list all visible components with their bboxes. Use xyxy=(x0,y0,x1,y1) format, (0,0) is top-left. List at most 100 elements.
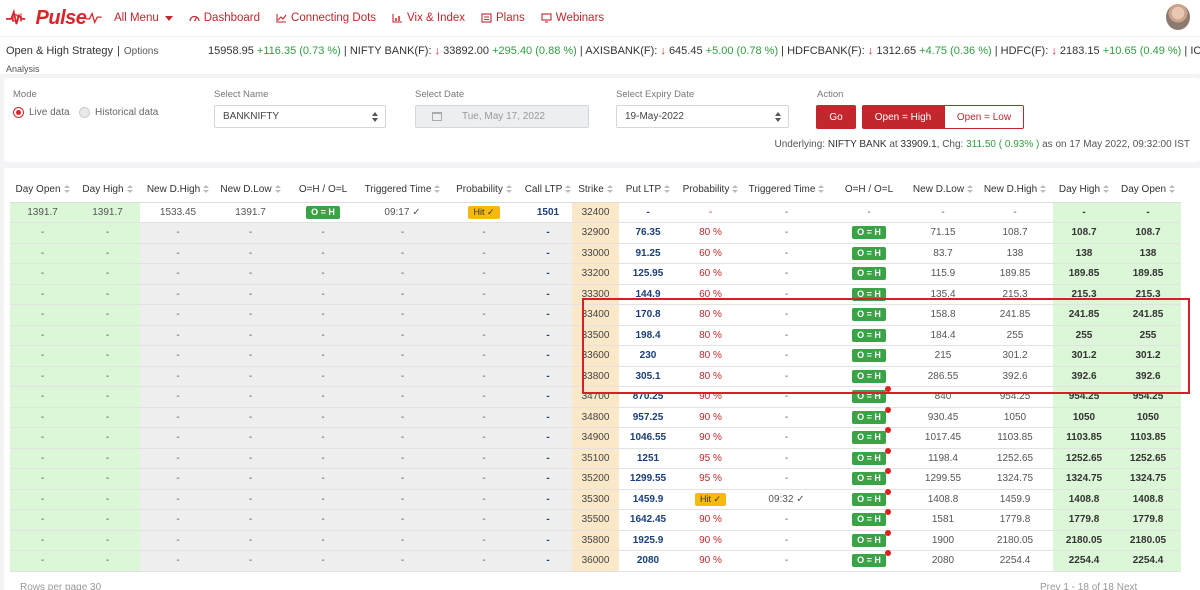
table-cell-p-high: 2254.4 xyxy=(1053,550,1115,572)
column-header[interactable]: New D.Low xyxy=(909,178,977,203)
column-header[interactable]: Day Open xyxy=(10,178,75,203)
column-header[interactable]: Put LTP xyxy=(619,178,677,203)
nav-link-connecting-dots[interactable]: Connecting Dots xyxy=(276,12,376,24)
table-row[interactable]: - - - - - - - -32900 76.35 80 % - O = H 71.15 108.7 10… xyxy=(10,222,1181,244)
chart-line-icon xyxy=(276,14,287,23)
table-cell-c-high: - xyxy=(75,263,140,285)
column-header[interactable]: Probability xyxy=(444,178,524,203)
table-row[interactable]: - - - - - - - -35500 1642.45 90 % - O = H 1581 1779.8… xyxy=(10,509,1181,531)
table-row[interactable]: - - - - - - - -33200 125.95 60 % - O = H 115.9 189.85… xyxy=(10,263,1181,285)
badge-label: O = H xyxy=(857,514,881,525)
ticker-item[interactable]: NIFTY BANK(F): ↓ 33892.00 +295.40 (0.88 … xyxy=(350,45,577,57)
table-cell-c-prob: - xyxy=(444,263,524,285)
pagination: Prev 1 - 18 of 18 Next xyxy=(1040,582,1137,590)
table-row[interactable]: - - - - - - - -35200 1299.55 95 % - O = H 1299.55 132… xyxy=(10,468,1181,490)
table-row[interactable]: - - - - - - - -35300 1459.9 Hit ✓ 09:32 ✓ O = H 1408… xyxy=(10,488,1181,510)
table-cell-p-time: - xyxy=(744,345,829,367)
table-cell-p-prob: 90 % xyxy=(677,427,744,449)
table-cell-c-open: - xyxy=(10,243,75,264)
go-button[interactable]: Go xyxy=(816,105,856,129)
table-row[interactable]: - - - - - - - -33000 91.25 60 % - O = H 83.7 138 138 13… xyxy=(10,243,1181,264)
prev-page-button[interactable]: Prev xyxy=(1040,582,1061,590)
nav-link-webinars[interactable]: Webinars xyxy=(541,12,604,24)
table-row[interactable]: - - - - - - - -35100 1251 95 % - O = H 1198.4 1252.65… xyxy=(10,447,1181,469)
page-title-text: Open & High Strategy xyxy=(6,45,114,57)
user-avatar[interactable] xyxy=(1166,4,1190,30)
table-cell-p-time: - xyxy=(744,468,829,490)
table-row[interactable]: 1391.7 1391.7 1533.45 1391.7 O = H 09:17 ✓ Hit… xyxy=(10,202,1181,223)
table-cell-c-oh: - xyxy=(285,407,361,428)
sort-icon xyxy=(1040,185,1047,194)
column-header[interactable]: Day High xyxy=(75,178,140,203)
column-header[interactable]: New D.High xyxy=(977,178,1053,203)
table-cell-c-time: - xyxy=(361,304,444,326)
arrow-down-icon: ↓ xyxy=(1051,45,1057,57)
table-row[interactable]: - - - - - - - -34700 870.25 90 % - O = H 840 954.25 95… xyxy=(10,386,1181,408)
ticker-item[interactable]: AXISBANK(F): ↓ 645.45 +5.00 (0.78 %) xyxy=(585,45,778,57)
column-header[interactable]: Call LTP xyxy=(524,178,572,203)
select-name-dropdown[interactable]: BANKNIFTY xyxy=(214,105,386,128)
table-row[interactable]: - - - - - - - -33800 305.1 80 % - O = H 286.55 392.6 3… xyxy=(10,366,1181,387)
column-header[interactable]: Day Open xyxy=(1115,178,1181,203)
table-cell-p-high: 215.3 xyxy=(1053,284,1115,305)
table-cell-p-ltp: 144.9 xyxy=(619,284,677,305)
table-row[interactable]: - - - - - - - -36000 2080 90 % - O = H 2080 2254.4 225… xyxy=(10,550,1181,572)
table-cell-p-high: - xyxy=(1053,202,1115,223)
column-header[interactable]: Day High xyxy=(1053,178,1115,203)
table-cell-c-open: - xyxy=(10,386,75,408)
ticker-item[interactable]: ICICIBA xyxy=(1190,45,1200,57)
ticker-item[interactable]: 15958.95 +116.35 (0.73 %) xyxy=(208,45,341,57)
table-row[interactable]: - - - - - - - -33500 198.4 80 % - O = H 184.4 255 255 2… xyxy=(10,325,1181,346)
open-high-button[interactable]: Open = High xyxy=(862,105,944,129)
mode-live-radio[interactable]: Live data xyxy=(13,107,70,118)
column-header[interactable]: Strike xyxy=(572,178,619,203)
table-cell-c-open: - xyxy=(10,407,75,428)
column-header[interactable]: Probability xyxy=(677,178,744,203)
table-row[interactable]: - - - - - - - -35800 1925.9 90 % - O = H 1900 2180.05… xyxy=(10,529,1181,551)
table-row[interactable]: - - - - - - - -33300 144.9 60 % - O = H 135.4 215.3 21… xyxy=(10,284,1181,305)
table-cell-c-high: - xyxy=(75,407,140,428)
underlying-value: 33909.1 xyxy=(900,139,937,150)
table-row[interactable]: - - - - - - - -33400 170.8 80 % - O = H 158.8 241.85 2… xyxy=(10,304,1181,326)
select-expiry-dropdown[interactable]: 19-May-2022 xyxy=(616,105,789,128)
column-header[interactable]: Triggered Time xyxy=(744,178,829,203)
table-cell-c-open: - xyxy=(10,325,75,346)
table-cell-p-ndh: 215.3 xyxy=(977,284,1053,305)
column-header-label: New D.Low xyxy=(912,184,965,196)
mode-historical-radio[interactable]: Historical data xyxy=(79,107,158,118)
column-header[interactable]: O=H / O=L xyxy=(829,178,909,203)
table-row[interactable]: - - - - - - - -34800 957.25 90 % - O = H 930.45 1050 1… xyxy=(10,406,1181,428)
table-row[interactable]: - - - - - - - -33600 230 80 % - O = H 215 301.2 301.2 3… xyxy=(10,345,1181,367)
table-cell-strike: 32900 xyxy=(572,222,619,244)
alert-dot-icon xyxy=(884,488,891,495)
column-header[interactable]: O=H / O=L xyxy=(285,178,361,203)
nav-link-dashboard[interactable]: Dashboard xyxy=(189,12,260,24)
column-header[interactable]: New D.Low xyxy=(216,178,285,203)
column-header[interactable]: Triggered Time xyxy=(361,178,444,203)
ticker-separator: | xyxy=(340,45,350,57)
brand-logo[interactable]: Di Pulse xyxy=(6,3,102,33)
nav-link-plans[interactable]: Plans xyxy=(481,12,525,24)
table-cell-strike: 35300 xyxy=(572,489,619,510)
open-low-button[interactable]: Open = Low xyxy=(944,105,1024,129)
table-cell-p-ndh: 1050 xyxy=(977,407,1053,428)
next-page-button[interactable]: Next xyxy=(1117,582,1138,590)
table-cell-p-oh: O = H xyxy=(829,386,909,408)
all-menu-dropdown[interactable]: All Menu xyxy=(114,12,173,24)
column-header[interactable]: New D.High xyxy=(140,178,216,203)
ticker-item[interactable]: HDFCBANK(F): ↓ 1312.65 +4.75 (0.36 %) xyxy=(787,45,992,57)
rows-per-page-select[interactable]: 30 xyxy=(90,582,101,590)
table-cell-c-ndh: - xyxy=(140,468,216,490)
radio-checked-icon xyxy=(13,107,24,118)
table-cell-c-open: - xyxy=(10,263,75,285)
table-cell-c-ltp: - xyxy=(524,489,572,510)
table-cell-p-prob: 90 % xyxy=(677,386,744,408)
table-cell-p-ltp: 1046.55 xyxy=(619,427,677,449)
nav-link-vix-index[interactable]: Vix & Index xyxy=(392,12,465,24)
ticker-item[interactable]: HDFC(F): ↓ 2183.15 +10.65 (0.49 %) xyxy=(1001,45,1182,57)
table-row[interactable]: - - - - - - - -34900 1046.55 90 % - O = H 1017.45 110… xyxy=(10,427,1181,449)
ticker-value: 645.45 xyxy=(668,45,703,57)
option-chain-table-container: Day Open Day High New D.High New D.Low O=H /… xyxy=(4,168,1200,590)
table-cell-c-ltp: - xyxy=(524,325,572,346)
table-cell-c-prob: - xyxy=(444,509,524,531)
